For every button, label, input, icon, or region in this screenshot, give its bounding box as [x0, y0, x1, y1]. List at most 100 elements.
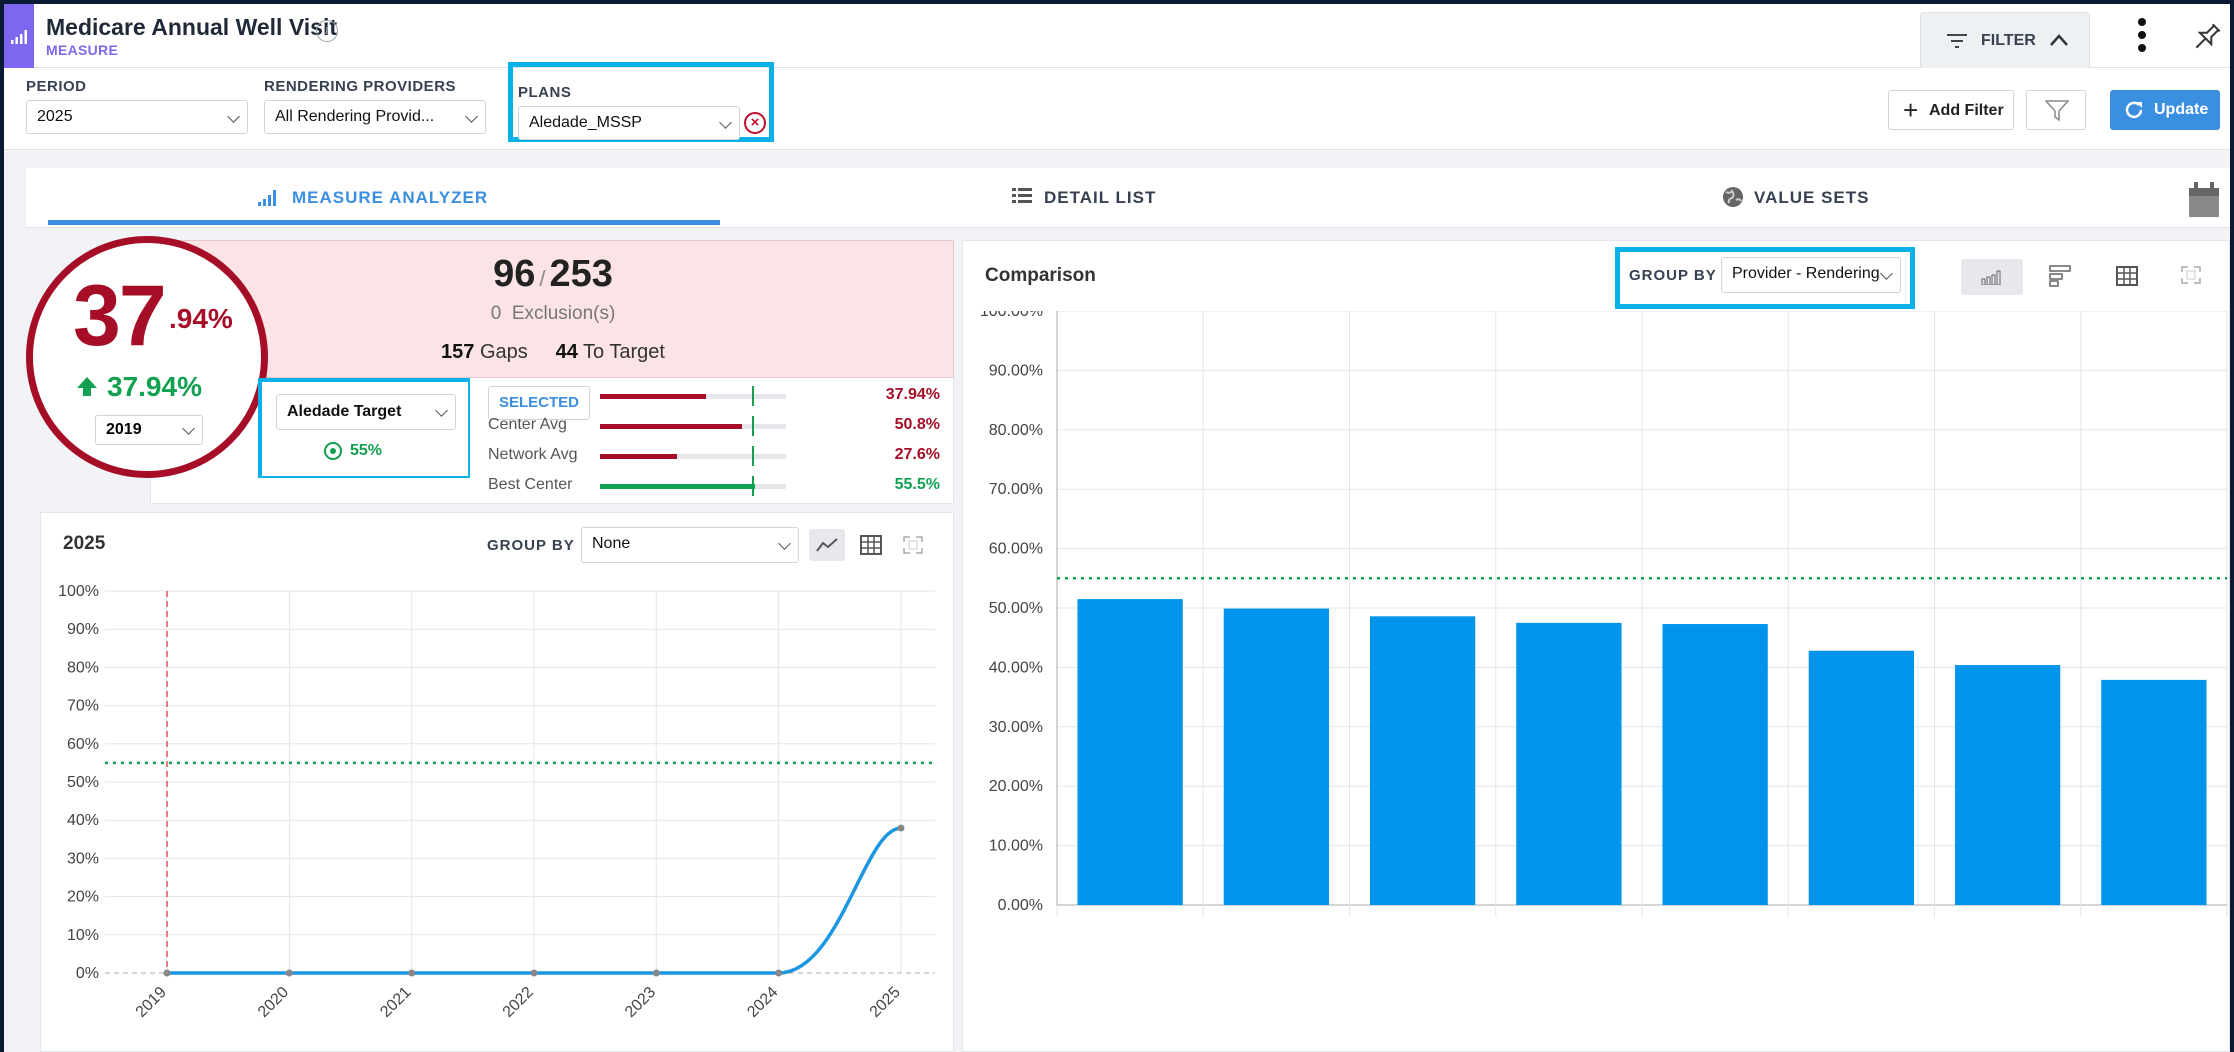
- chevron-down-icon: [465, 110, 478, 123]
- y-tick-label: 50%: [67, 774, 99, 791]
- y-tick-label: 10%: [67, 927, 99, 944]
- plans-select[interactable]: Aledade_MSSP: [518, 106, 740, 140]
- comparison-panel-title: Comparison: [985, 265, 1096, 286]
- y-tick-label: 90%: [67, 621, 99, 638]
- numerator-summary: 96/253 0 Exclusion(s) 157 Gaps 44 To Tar…: [150, 240, 954, 378]
- add-filter-button[interactable]: + Add Filter: [1888, 90, 2014, 130]
- y-tick-label: 20%: [67, 889, 99, 906]
- period-value: 2025: [37, 108, 73, 125]
- benchmark-bar: [600, 476, 786, 496]
- y-tick-label: 70.00%: [989, 481, 1043, 498]
- data-point: [408, 969, 416, 977]
- table-icon: [2116, 266, 2138, 286]
- x-tick-label: 2024: [744, 984, 781, 1021]
- y-tick-label: 80.00%: [989, 422, 1043, 439]
- comparison-group-by-select[interactable]: Provider - Rendering: [1721, 257, 1901, 293]
- table-view-button[interactable]: [853, 529, 889, 561]
- y-tick-label: 60%: [67, 736, 99, 753]
- target-tick: [752, 416, 754, 436]
- table-view-button[interactable]: [2109, 259, 2145, 291]
- chevron-down-icon: [719, 116, 732, 129]
- funnel-button[interactable]: [2026, 90, 2086, 130]
- x-tick-label: 2022: [500, 984, 537, 1021]
- y-tick-label: 100%: [58, 583, 99, 600]
- chevron-down-icon: [435, 404, 448, 417]
- benchmark-label: Center Avg: [488, 416, 567, 433]
- plus-icon: +: [1903, 95, 1919, 125]
- y-tick-label: 20.00%: [989, 778, 1043, 795]
- filter-toggle[interactable]: FILTER: [1920, 12, 2090, 68]
- update-button[interactable]: Update: [2110, 90, 2220, 130]
- y-tick-label: 0%: [76, 965, 99, 982]
- to-target-count: 44: [555, 341, 578, 363]
- expand-button[interactable]: [2173, 259, 2209, 291]
- trend-panel: 2025 GROUP BY None 0% 10% 20% 30% 40% 50% 60% 7…: [40, 512, 954, 1052]
- exclusions-label: Exclusion(s): [511, 303, 616, 324]
- x-tick-label: 2021: [377, 984, 414, 1021]
- target-icon: [324, 442, 342, 460]
- score-integer: 37: [73, 268, 167, 364]
- ratio: 96/253: [493, 253, 613, 295]
- trend-chart: 0% 10% 20% 30% 40% 50% 60% 70% 80% 90% 100% 2019 202…: [58, 583, 935, 1021]
- target-tick: [752, 446, 754, 466]
- score-decimal: .94%: [169, 303, 233, 334]
- benchmark-bar: [600, 446, 786, 466]
- comparison-bar: [2101, 679, 2207, 905]
- benchmark-value: 55.5%: [894, 476, 940, 493]
- table-icon: [860, 535, 882, 555]
- benchmark-fill: [600, 484, 756, 489]
- exclusions[interactable]: 0 Exclusion(s): [151, 303, 955, 325]
- comparison-bar: [1369, 616, 1476, 905]
- trend-group-by-value: None: [592, 535, 631, 552]
- clear-plans-icon[interactable]: ×: [744, 112, 766, 134]
- trend-group-by-select[interactable]: None: [581, 527, 799, 563]
- y-tick-label: 80%: [67, 659, 99, 676]
- y-tick-label: 0.00%: [998, 897, 1043, 914]
- benchmark-row: Best Center 55.5%: [488, 476, 948, 496]
- providers-select[interactable]: All Rendering Provid...: [264, 100, 486, 134]
- chevron-down-icon: [1880, 267, 1893, 280]
- x-tick-label: 2020: [255, 984, 292, 1021]
- expand-button[interactable]: [895, 529, 931, 561]
- benchmark-value: 37.94%: [885, 386, 940, 403]
- comparison-chart: 0.00% 10.00% 20.00% 30.00% 40.00% 50.00% 60.00…: [980, 311, 2228, 917]
- chevron-up-icon: [2050, 34, 2068, 46]
- data-point: [652, 969, 660, 977]
- trend-panel-title: 2025: [63, 533, 106, 554]
- chevron-down-icon: [227, 110, 240, 123]
- target-select[interactable]: Aledade Target: [276, 394, 456, 430]
- y-tick-label: 30.00%: [989, 719, 1043, 736]
- providers-label: RENDERING PROVIDERS: [264, 78, 457, 95]
- comparison-panel: Comparison GROUP BY Provider - Rendering…: [962, 240, 2230, 1052]
- page-title: Medicare Annual Well Visit: [46, 14, 337, 40]
- comparison-bar: [1516, 622, 1622, 905]
- gaps-summary: 157 Gaps 44 To Target: [151, 341, 955, 364]
- period-select[interactable]: 2025: [26, 100, 248, 134]
- y-tick-label: 30%: [67, 850, 99, 867]
- tab-detail-list[interactable]: DETAIL LIST: [1044, 188, 1156, 208]
- more-options-icon[interactable]: [2138, 18, 2148, 58]
- tab-value-sets[interactable]: VALUE SETS: [1754, 188, 1869, 208]
- compare-year-select[interactable]: 2019: [95, 415, 203, 445]
- line-chart-button[interactable]: [809, 529, 845, 561]
- period-label: PERIOD: [26, 78, 87, 95]
- comparison-group-by-value: Provider - Rendering: [1732, 265, 1880, 282]
- calendar-icon[interactable]: [2188, 182, 2220, 218]
- trend-group-by-label: GROUP BY: [487, 537, 575, 554]
- column-chart-button[interactable]: [1961, 259, 2023, 295]
- benchmark-row: Network Avg 27.6%: [488, 446, 948, 466]
- funnel-icon: [2045, 100, 2069, 122]
- data-point: [163, 969, 171, 977]
- refresh-icon: [2125, 101, 2143, 119]
- benchmark-fill: [600, 424, 743, 429]
- tab-measure-analyzer[interactable]: MEASURE ANALYZER: [292, 188, 488, 208]
- plans-value: Aledade_MSSP: [529, 114, 642, 131]
- score-trend: 37.94%: [107, 371, 202, 402]
- pin-icon[interactable]: [2190, 20, 2224, 54]
- bar-chart-button[interactable]: [2043, 259, 2079, 291]
- info-icon[interactable]: i: [316, 20, 338, 42]
- score-gauge: 37 .94% 37.94% 2019: [26, 236, 268, 478]
- filter-label: FILTER: [1981, 32, 2036, 49]
- target-box: Aledade Target 55%: [262, 382, 468, 476]
- y-tick-label: 40%: [67, 812, 99, 829]
